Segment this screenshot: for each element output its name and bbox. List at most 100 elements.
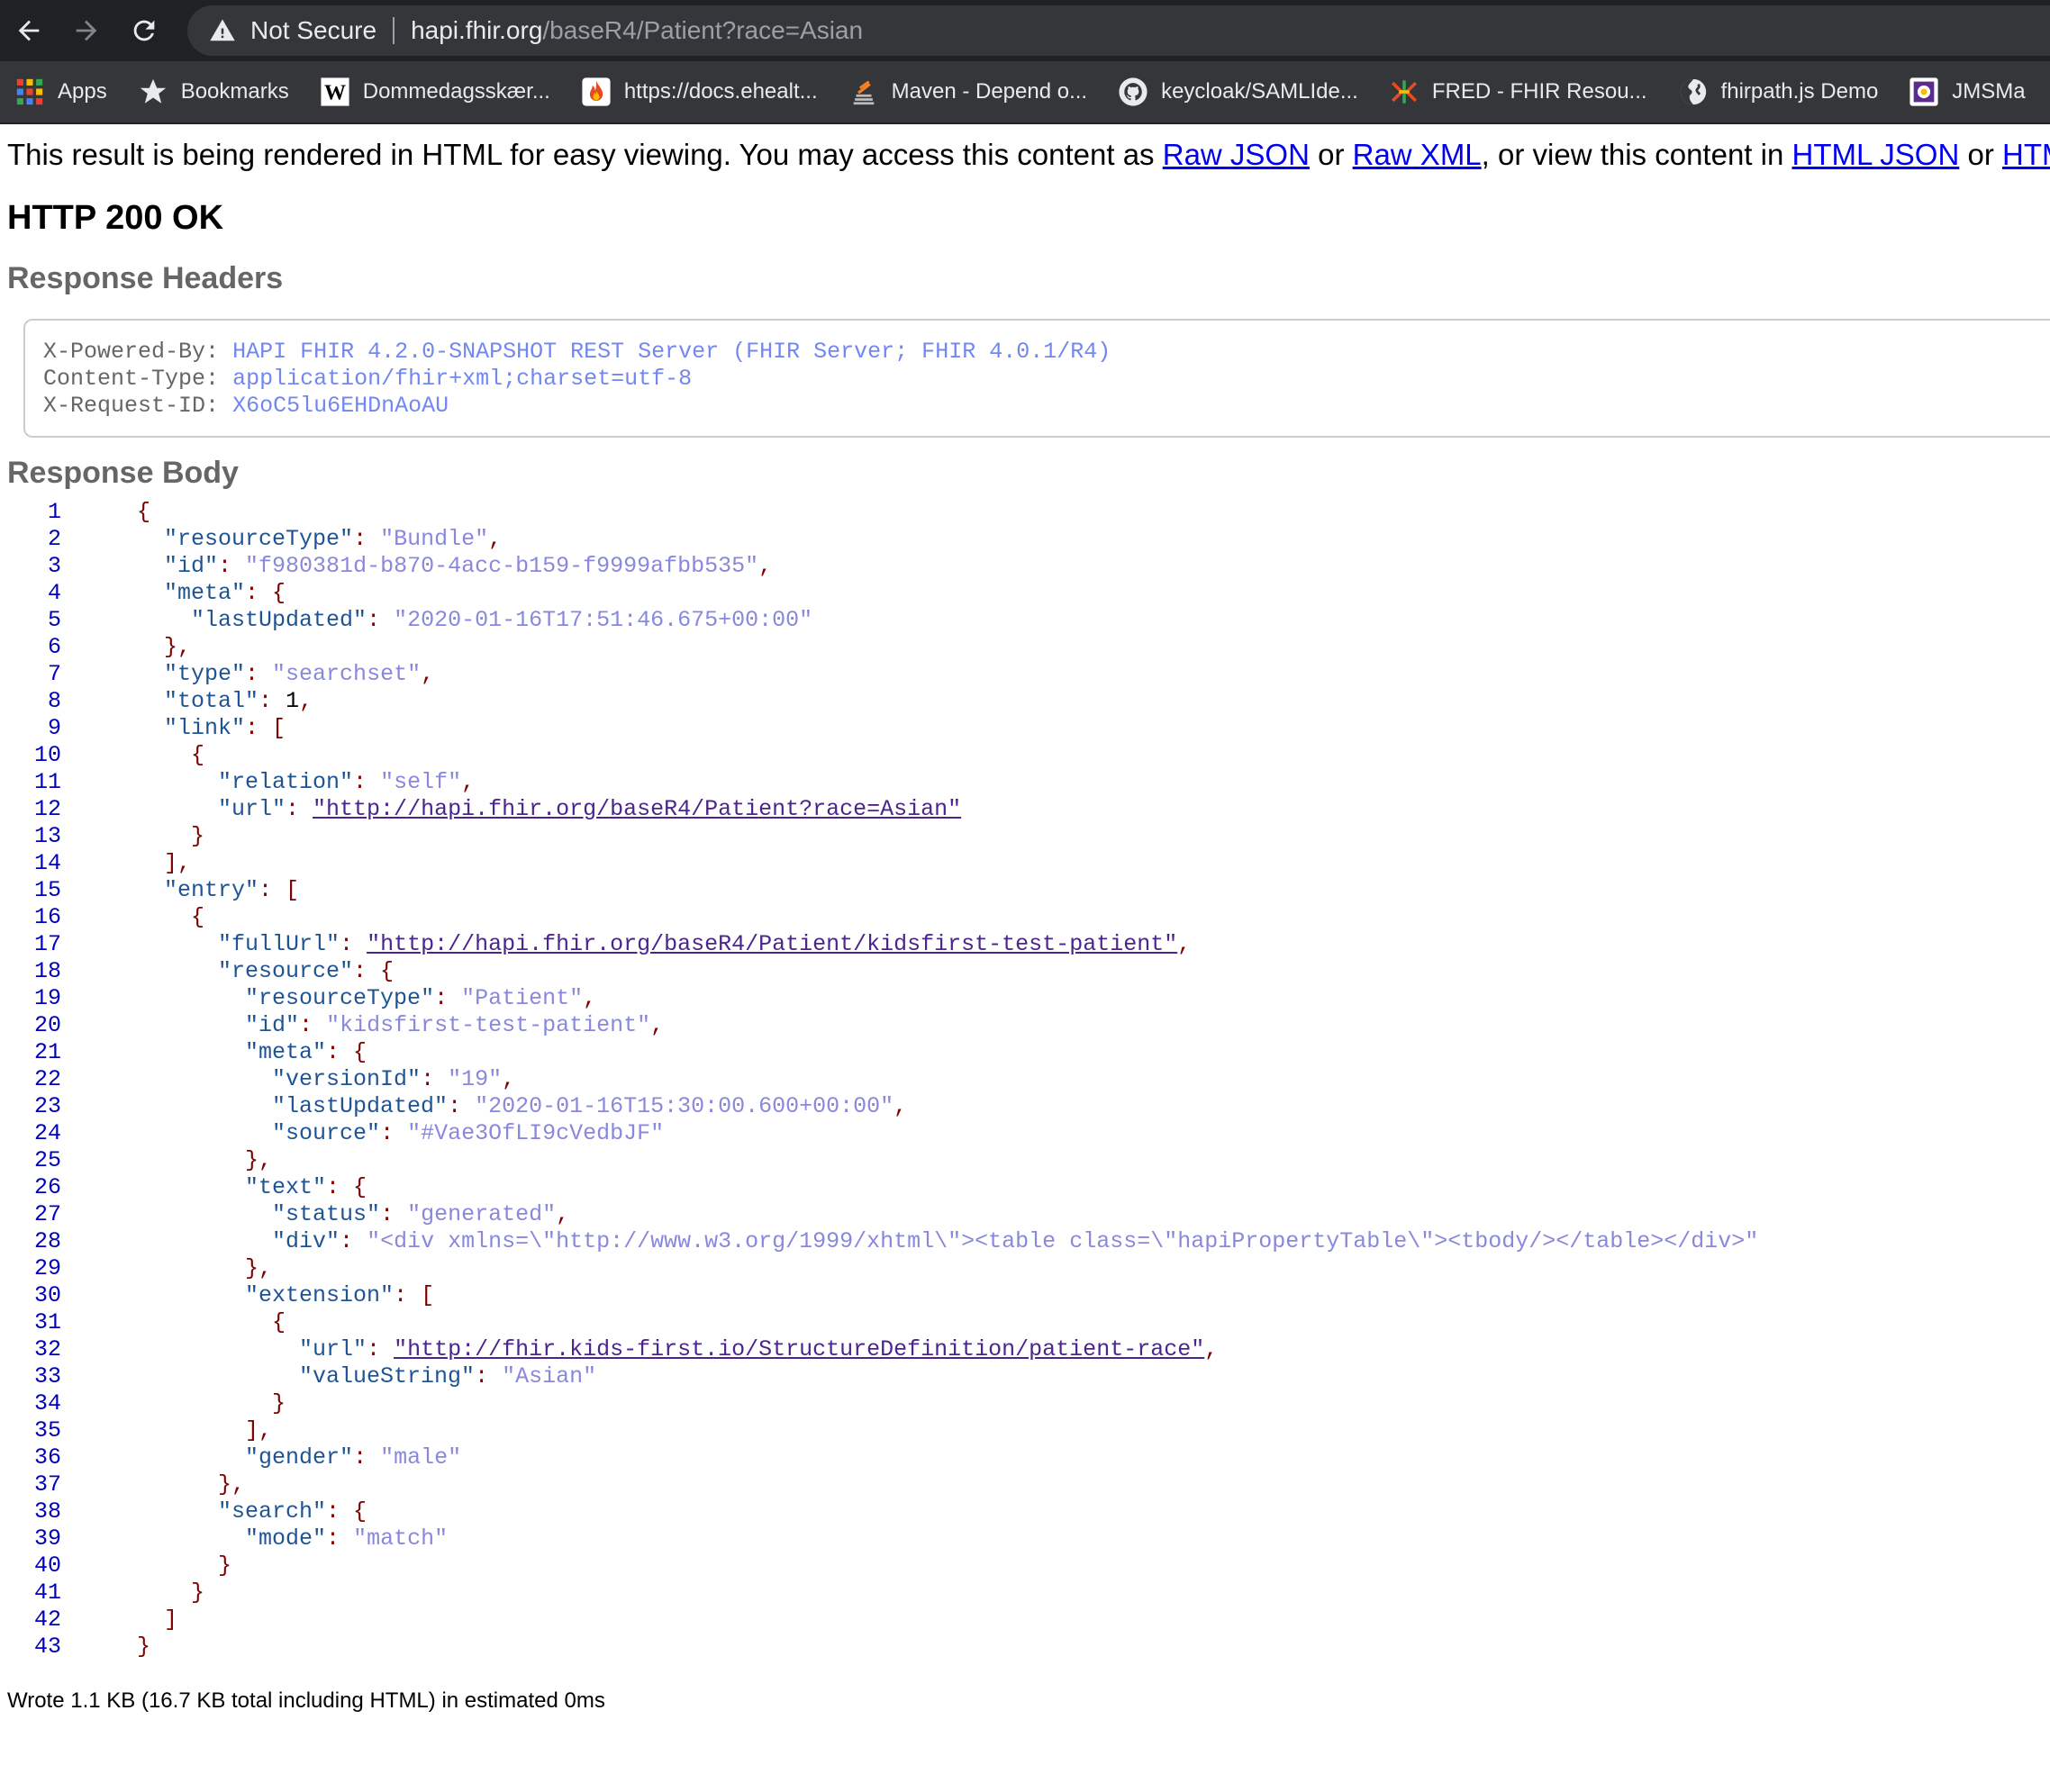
code-text: "entry": [ xyxy=(79,877,299,904)
json-punctuation: : xyxy=(340,931,367,957)
line-number: 4 xyxy=(47,580,61,606)
arrow-right-icon xyxy=(76,20,97,41)
code-line: 2 "resourceType": "Bundle", xyxy=(7,526,2043,553)
forward-button[interactable] xyxy=(58,0,115,61)
json-punctuation: , xyxy=(650,1012,665,1038)
code-line: 4 "meta": { xyxy=(7,580,2043,607)
globe-icon xyxy=(1678,77,1709,107)
header-key: X-Powered-By: xyxy=(43,339,220,365)
back-button[interactable] xyxy=(0,0,58,61)
json-string: "Bundle" xyxy=(380,526,489,552)
json-punctuation: : xyxy=(367,607,395,633)
code-line: 25 }, xyxy=(7,1147,2043,1174)
code-text: } xyxy=(79,1390,286,1417)
json-string: "male" xyxy=(380,1444,462,1471)
line-number: 11 xyxy=(33,769,61,795)
wikipedia-icon: W xyxy=(320,77,350,107)
bookmark-label: JMSMa xyxy=(1952,79,2026,104)
json-punctuation: : xyxy=(448,1093,476,1119)
json-punctuation: { xyxy=(272,1309,286,1335)
json-punctuation: : xyxy=(245,661,273,687)
json-string: "2020-01-16T15:30:00.600+00:00" xyxy=(475,1093,894,1119)
json-string: "19" xyxy=(448,1066,503,1092)
code-line: 26 "text": { xyxy=(7,1174,2043,1201)
raw-json-link[interactable]: Raw JSON xyxy=(1163,138,1310,171)
json-key: "meta" xyxy=(164,580,246,606)
line-number: 5 xyxy=(47,607,61,633)
arrow-left-icon xyxy=(18,20,40,41)
reload-button[interactable] xyxy=(115,0,173,61)
line-number: 14 xyxy=(33,850,61,876)
header-value: X6oC5lu6EHDnAoAU xyxy=(232,393,449,419)
url-host: hapi.fhir.org xyxy=(411,16,543,44)
code-text: } xyxy=(79,1634,150,1661)
line-number: 9 xyxy=(47,715,61,741)
github-icon xyxy=(1118,77,1148,107)
json-punctuation: : xyxy=(475,1363,503,1389)
code-line: 13 } xyxy=(7,823,2043,850)
bookmark-fred[interactable]: FRED - FHIR Resou... xyxy=(1389,77,1647,107)
code-line: 6 }, xyxy=(7,634,2043,661)
line-number: 22 xyxy=(33,1066,61,1092)
json-key: "mode" xyxy=(245,1525,327,1552)
json-key: "id" xyxy=(245,1012,300,1038)
json-string: "searchset" xyxy=(272,661,422,687)
line-number: 29 xyxy=(33,1255,61,1281)
json-punctuation: : xyxy=(299,1012,327,1038)
notice-or: or xyxy=(1959,138,2002,171)
json-punctuation: }, xyxy=(245,1147,273,1173)
line-number: 41 xyxy=(33,1579,61,1606)
page-content: This result is being rendered in HTML fo… xyxy=(0,133,2050,1716)
bookmark-wikipedia[interactable]: W Dommedagsskær... xyxy=(320,77,550,107)
address-bar[interactable]: Not Secure hapi.fhir.org/baseR4/Patient?… xyxy=(187,5,2050,56)
json-key: "lastUpdated" xyxy=(272,1093,449,1119)
bookmark-maven[interactable]: Maven - Depend o... xyxy=(848,77,1087,107)
json-string: "#Vae3OfLI9cVedbJF" xyxy=(407,1120,665,1146)
code-line: 43} xyxy=(7,1634,2043,1661)
response-body-title: Response Body xyxy=(7,456,239,490)
code-text: "extension": [ xyxy=(79,1282,434,1309)
json-key: "lastUpdated" xyxy=(191,607,367,633)
line-number: 3 xyxy=(47,553,61,579)
response-headers-title: Response Headers xyxy=(7,261,284,295)
json-link[interactable]: "http://hapi.fhir.org/baseR4/Patient?rac… xyxy=(313,796,961,822)
line-number: 27 xyxy=(33,1201,61,1227)
bookmark-jmsma[interactable]: JMSMa xyxy=(1909,77,2026,107)
line-number: 30 xyxy=(33,1282,61,1308)
bookmark-keycloak[interactable]: keycloak/SAMLIde... xyxy=(1118,77,1358,107)
omnibox-divider xyxy=(393,17,395,44)
code-text: "total": 1, xyxy=(79,688,313,715)
code-line: 35 ], xyxy=(7,1417,2043,1444)
code-line: 19 "resourceType": "Patient", xyxy=(7,985,2043,1012)
url-path: /baseR4/Patient?race=Asian xyxy=(542,16,864,44)
code-line: 20 "id": "kidsfirst-test-patient", xyxy=(7,1012,2043,1039)
code-line: 10 { xyxy=(7,742,2043,769)
json-key: "valueString" xyxy=(299,1363,476,1389)
bookmark-bookmarks[interactable]: Bookmarks xyxy=(138,77,289,107)
line-number: 1 xyxy=(47,499,61,525)
json-string: "Asian" xyxy=(502,1363,597,1389)
code-text: "lastUpdated": "2020-01-16T15:30:00.600+… xyxy=(79,1093,907,1120)
html-xml-link[interactable]: HTML XML xyxy=(2002,138,2050,171)
bookmark-fhirpath[interactable]: fhirpath.js Demo xyxy=(1678,77,1878,107)
json-link[interactable]: "http://fhir.kids-first.io/StructureDefi… xyxy=(394,1336,1204,1362)
code-text: "valueString": "Asian" xyxy=(79,1363,596,1390)
notice-or: or xyxy=(1309,138,1353,171)
json-punctuation: : { xyxy=(353,958,395,984)
code-text: "lastUpdated": "2020-01-16T17:51:46.675+… xyxy=(79,607,812,634)
code-text: "status": "generated", xyxy=(79,1201,569,1228)
code-line: 17 "fullUrl": "http://hapi.fhir.org/base… xyxy=(7,931,2043,958)
json-link[interactable]: "http://hapi.fhir.org/baseR4/Patient/kid… xyxy=(367,931,1177,957)
json-punctuation: : [ xyxy=(394,1282,435,1308)
bookmark-apps[interactable]: Apps xyxy=(14,77,107,107)
maven-icon xyxy=(848,77,879,107)
line-number: 39 xyxy=(33,1525,61,1552)
raw-xml-link[interactable]: Raw XML xyxy=(1353,138,1482,171)
html-json-link[interactable]: HTML JSON xyxy=(1792,138,1960,171)
json-string: "generated" xyxy=(407,1201,557,1227)
code-line: 27 "status": "generated", xyxy=(7,1201,2043,1228)
json-punctuation: : { xyxy=(326,1039,367,1065)
json-punctuation: ], xyxy=(245,1417,273,1444)
json-punctuation: ] xyxy=(164,1606,178,1633)
bookmark-docs-ehealth[interactable]: https://docs.ehealt... xyxy=(581,77,818,107)
